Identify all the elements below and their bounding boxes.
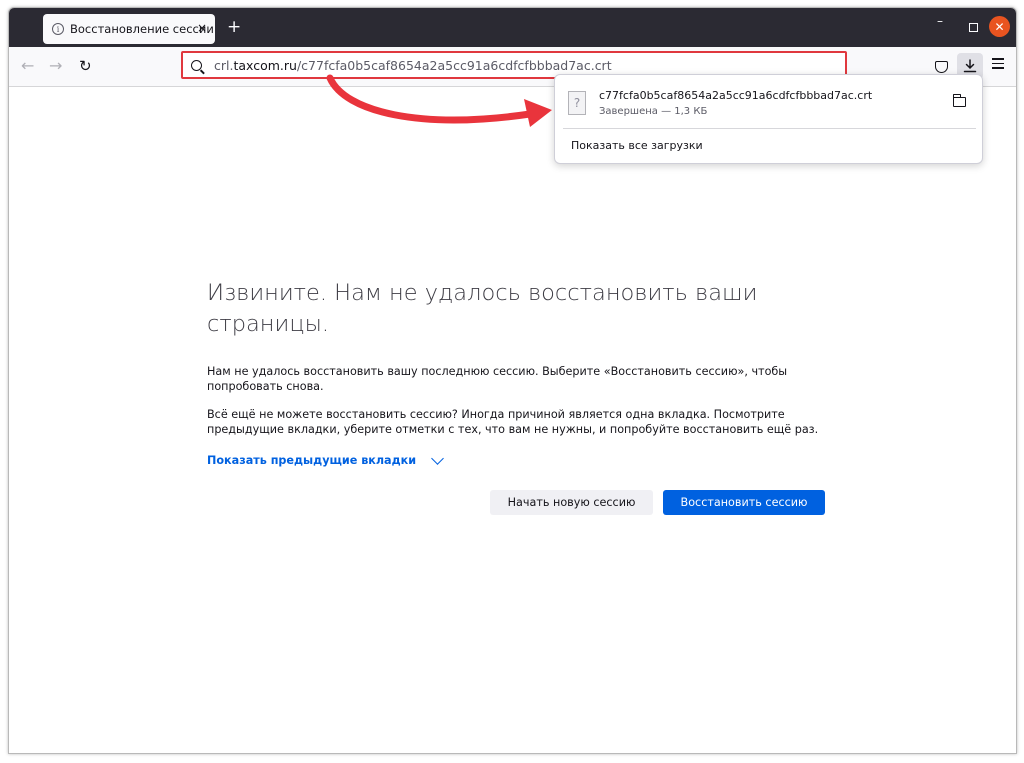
show-previous-tabs-link[interactable]: Показать предыдущие вкладки: [207, 451, 444, 467]
unknown-file-icon: ?: [568, 91, 586, 115]
restore-session-button[interactable]: Восстановить сессию: [663, 490, 825, 515]
tab-bar: i Восстановление сессии × + – ✕: [9, 8, 1016, 47]
restore-hint: Всё ещё не можете восстановить сессию? И…: [207, 408, 819, 436]
restore-description: Нам не удалось восстановить вашу последн…: [207, 365, 788, 393]
menu-button[interactable]: [992, 58, 1004, 72]
hamburger-icon-line: [992, 67, 1004, 69]
show-previous-tabs-label: Показать предыдущие вкладки: [207, 454, 417, 467]
search-icon: [191, 59, 202, 71]
show-all-downloads-button[interactable]: Показать все загрузки: [571, 139, 703, 152]
hamburger-icon-line: [992, 58, 1004, 60]
minimize-button[interactable]: –: [937, 14, 943, 28]
reload-button[interactable]: ↻: [79, 58, 92, 74]
new-session-button[interactable]: Начать новую сессию: [490, 490, 653, 515]
download-status: Завершена — 1,3 КБ: [599, 106, 708, 117]
forward-button[interactable]: →: [49, 58, 62, 74]
pocket-icon[interactable]: [935, 61, 948, 73]
download-file-name[interactable]: c77fcfa0b5caf8654a2a5cc91a6cdfcfbbbad7ac…: [599, 89, 872, 102]
downloads-panel: ? c77fcfa0b5caf8654a2a5cc91a6cdfcfbbbad7…: [554, 74, 983, 164]
browser-window: i Восстановление сессии × + – ✕ ← → ↻ cr…: [8, 7, 1017, 754]
back-button[interactable]: ←: [21, 58, 34, 74]
close-window-button[interactable]: ✕: [989, 16, 1010, 37]
url-text: crl.taxcom.ru/c77fcfa0b5caf8654a2a5cc91a…: [214, 57, 612, 73]
chevron-down-icon: [431, 451, 444, 465]
page-title: Извините. Нам не удалось восстановить ва…: [207, 280, 758, 337]
new-tab-button[interactable]: +: [227, 17, 241, 37]
tab-session-restore[interactable]: i Восстановление сессии ×: [43, 14, 215, 44]
info-icon: i: [52, 23, 64, 35]
hamburger-icon-line: [992, 62, 1004, 65]
tab-title: Восстановление сессии: [70, 22, 214, 36]
divider: [563, 128, 976, 129]
maximize-button[interactable]: [969, 23, 978, 32]
session-restore-content: Извините. Нам не удалось восстановить ва…: [207, 278, 827, 515]
close-tab-icon[interactable]: ×: [197, 21, 207, 35]
download-icon: [963, 59, 977, 73]
folder-icon[interactable]: [952, 94, 966, 107]
